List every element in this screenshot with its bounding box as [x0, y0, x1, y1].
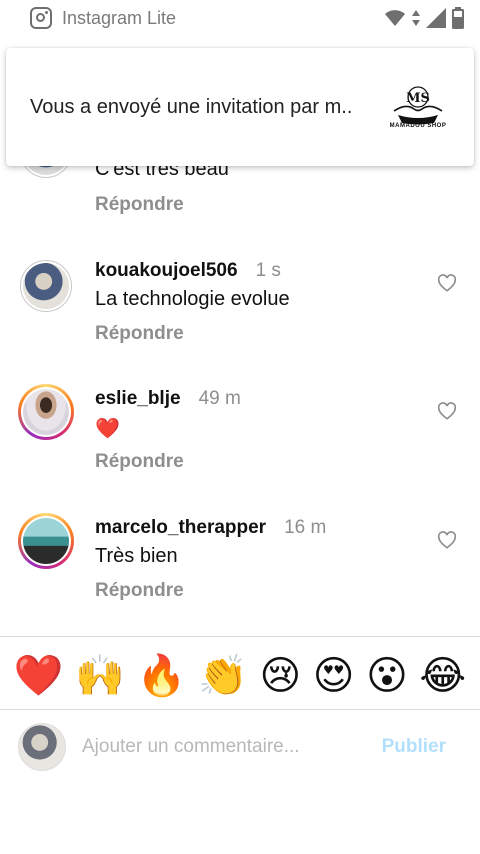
reply-button[interactable]: Répondre: [95, 580, 184, 602]
status-bar: Instagram Lite: [0, 0, 480, 36]
current-user-avatar: [18, 723, 66, 771]
notification-text: Vous a envoyé une invitation par m..: [30, 95, 353, 118]
comment-time: 1 s: [255, 260, 281, 281]
divider: [0, 709, 480, 710]
shop-logo-mark: MS: [393, 86, 443, 125]
logo-mark-text: MS: [406, 91, 430, 106]
reply-button[interactable]: Répondre: [95, 194, 184, 216]
reaction-crying[interactable]: 😢: [259, 656, 301, 696]
publish-button[interactable]: Publier: [382, 736, 446, 758]
invitation-notification[interactable]: Vous a envoyé une invitation par m.. MS …: [6, 48, 474, 166]
reply-button[interactable]: Répondre: [95, 451, 184, 473]
data-arrows-icon: [412, 10, 420, 26]
reaction-raised-hands[interactable]: 🙌: [75, 656, 125, 696]
comment-username[interactable]: kouakoujoel506: [95, 260, 238, 282]
comment-time: 16 m: [284, 517, 327, 538]
comment-composer: Publier: [0, 712, 480, 782]
comment-time: 49 m: [198, 388, 241, 409]
reaction-laughing[interactable]: 😂: [419, 656, 466, 696]
comment-header: marcelo_therapper 16 m: [95, 517, 326, 539]
system-icons: [384, 7, 464, 29]
like-heart-icon[interactable]: [437, 531, 457, 549]
divider: [0, 636, 480, 637]
avatar-story-ring[interactable]: [18, 513, 74, 569]
reaction-heart[interactable]: ❤️: [14, 656, 64, 696]
comment-item: marcelo_therapper 16 m Très bien Répondr…: [0, 513, 480, 615]
mamadou-shop-logo: MS MAMADOU SHOP: [386, 75, 450, 139]
reply-button[interactable]: Répondre: [95, 323, 184, 345]
quick-reactions-bar: ❤️ 🙌 🔥 👏 😢 😍 😮 😂: [0, 648, 480, 704]
comment-item: kouakoujoel506 1 s La technologie evolue…: [0, 258, 480, 358]
reaction-heart-eyes[interactable]: 😍: [313, 656, 355, 696]
comment-text: Très bien: [95, 545, 178, 567]
comment-text: ❤️: [95, 416, 120, 440]
like-heart-icon[interactable]: [437, 274, 457, 292]
comment-input[interactable]: [82, 736, 372, 758]
avatar[interactable]: [20, 260, 72, 312]
logo-brand-text: MAMADOU SHOP: [389, 123, 447, 129]
comment-item: eslie_blje 49 m ❤️ Répondre: [0, 384, 480, 486]
comment-header: eslie_blje 49 m: [95, 388, 241, 410]
reaction-clap[interactable]: 👏: [198, 656, 248, 696]
instagram-icon: [30, 7, 52, 29]
comment-username[interactable]: marcelo_therapper: [95, 517, 266, 539]
reaction-fire[interactable]: 🔥: [137, 656, 187, 696]
reaction-surprised[interactable]: 😮: [366, 656, 408, 696]
signal-icon: [426, 8, 446, 28]
wifi-icon: [385, 10, 405, 26]
avatar-story-ring[interactable]: [18, 384, 74, 440]
battery-icon: [452, 7, 464, 29]
like-heart-icon[interactable]: [437, 402, 457, 420]
comment-header: kouakoujoel506 1 s: [95, 260, 281, 282]
comment-text: La technologie evolue: [95, 288, 290, 310]
comment-username[interactable]: eslie_blje: [95, 388, 181, 410]
app-name: Instagram Lite: [62, 7, 177, 28]
